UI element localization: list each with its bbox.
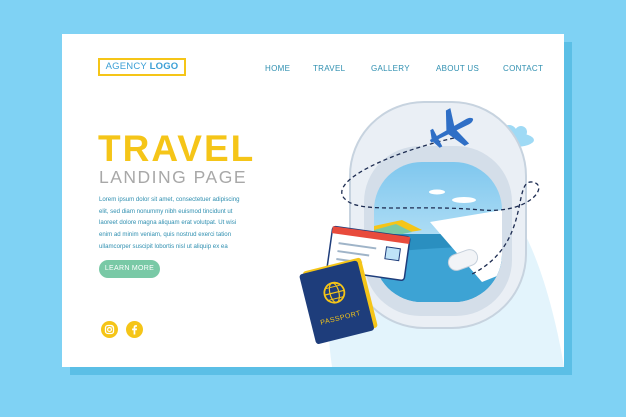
airplane-window-illustration: PASSPORT [299, 101, 564, 367]
window-view [374, 162, 502, 302]
landing-page-card: AGENCY LOGO HOME TRAVEL GALLERY ABOUT US… [62, 34, 564, 367]
